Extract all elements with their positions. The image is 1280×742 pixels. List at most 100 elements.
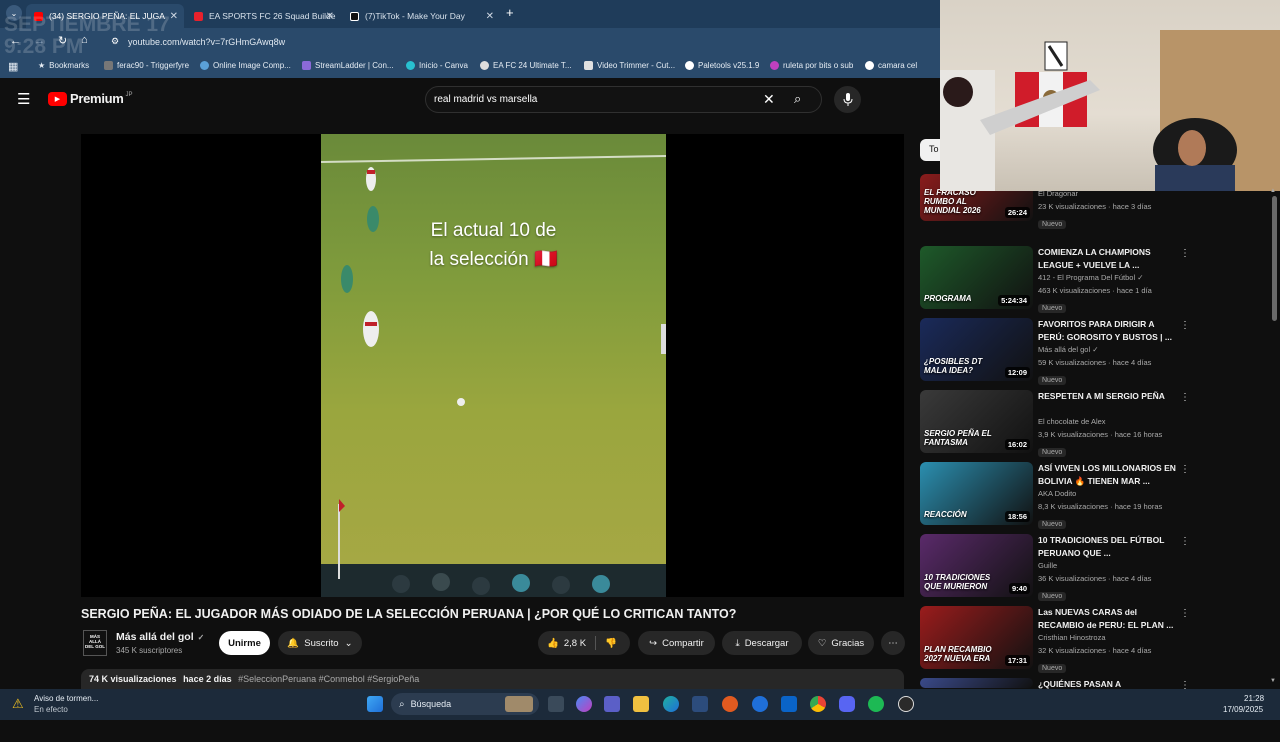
ea-app-icon[interactable]	[722, 696, 738, 712]
recommendation-title[interactable]: RESPETEN A MI SERGIO PEÑA	[1038, 390, 1176, 415]
video-thumbnail[interactable]: 10 TRADICIONES QUE MURIERON 9:40	[920, 534, 1033, 597]
recommendation-title[interactable]: 10 TRADICIONES DEL FÚTBOL PERUANO QUE ..…	[1038, 534, 1176, 559]
search-box[interactable]: real madrid vs marsella ✕ ⌕	[425, 86, 822, 113]
like-button[interactable]: 👍 2,8 K	[547, 638, 586, 649]
thanks-button[interactable]: ♡ Gracias	[808, 631, 874, 655]
windows-start-icon[interactable]	[367, 696, 383, 712]
close-icon[interactable]: ✕	[486, 11, 494, 22]
new-tab-button[interactable]: +	[506, 5, 514, 20]
clear-search-icon[interactable]: ✕	[763, 91, 775, 108]
scroll-down-icon[interactable]: ▼	[1270, 678, 1276, 684]
bookmark-label: ruleta por bits o sub	[783, 61, 854, 70]
tab-tiktok[interactable]: (7)TikTok - Make Your Day ✕	[342, 4, 500, 28]
recommendation-channel[interactable]: El chocolate de Alex	[1038, 415, 1176, 428]
recommendation-channel[interactable]: AKA Dodito	[1038, 487, 1176, 500]
more-vertical-icon[interactable]: ⋮	[1180, 392, 1190, 403]
recommendation-item[interactable]: REACCIÓN 18:56 ASÍ VIVEN LOS MILLONARIOS…	[920, 462, 1220, 529]
recommendation-item[interactable]: PLAN RECAMBIO 2027 NUEVA ERA 17:31 Las N…	[920, 606, 1220, 673]
recommendation-channel[interactable]: Cristhian Hinostroza	[1038, 631, 1176, 644]
scroll-up-icon[interactable]: ▲	[1270, 188, 1276, 194]
page-scrollbar-thumb[interactable]	[1272, 196, 1277, 321]
bookmark-item[interactable]: Video Trimmer - Cut...	[584, 61, 675, 70]
recommendation-title[interactable]: ASÍ VIVEN LOS MILLONARIOS EN BOLIVIA 🔥 T…	[1038, 462, 1176, 487]
weather-title[interactable]: Aviso de tormen...	[34, 694, 98, 703]
thumbs-down-icon[interactable]: 👎	[605, 638, 617, 649]
chrome-icon[interactable]	[810, 696, 826, 712]
video-thumbnail[interactable]: ¿POSIBLES DT MALA IDEA? 12:09	[920, 318, 1033, 381]
hamburger-menu-icon[interactable]: ☰	[17, 90, 30, 108]
more-vertical-icon[interactable]: ⋮	[1180, 536, 1190, 547]
recommendation-channel[interactable]: 412 - El Programa Del Fútbol ✓	[1038, 271, 1176, 284]
tab-ea-sports[interactable]: EA SPORTS FC 26 Squad Builde ✕	[186, 4, 340, 28]
subscribed-label: Suscrito	[304, 637, 339, 649]
bookmarks-bar: ▦ ★ Bookmarks ferac90 - Triggerfyre Onlin…	[0, 56, 940, 78]
bookmark-item[interactable]: Paletools v25.1.9	[685, 61, 759, 70]
recommendation-title[interactable]: FAVORITOS PARA DIRIGIR A PERÚ: GOROSITO …	[1038, 318, 1176, 343]
video-thumbnail[interactable]: PROGRAMA 5:24:34	[920, 246, 1033, 309]
description-box[interactable]: 74 K visualizaciones hace 2 días #Selecc…	[81, 669, 904, 689]
video-thumbnail[interactable]: REACCIÓN 18:56	[920, 462, 1033, 525]
video-duration: 16:02	[1004, 439, 1030, 450]
hashtags[interactable]: #SeleccionPeruana #Conmebol #SergioPeña	[238, 674, 419, 684]
warning-icon[interactable]: ⚠	[12, 696, 24, 712]
video-frame[interactable]: El actual 10 de la selección 🇵🇪	[321, 134, 666, 597]
recommendation-item[interactable]: PROGRAMA 5:24:34 COMIENZA LA CHAMPIONS L…	[920, 246, 1220, 313]
mail-icon[interactable]	[752, 696, 768, 712]
recommendation-meta: 59 K visualizaciones · hace 4 días	[1038, 358, 1152, 367]
file-explorer-icon[interactable]	[633, 696, 649, 712]
edge-icon[interactable]	[663, 696, 679, 712]
clock-date[interactable]: 17/09/2025	[1223, 705, 1263, 714]
video-thumbnail[interactable]: SERGIO PEÑA EL FANTASMA 16:02	[920, 390, 1033, 453]
channel-avatar[interactable]: MÁS ALLÁ DEL GOL	[83, 630, 107, 656]
more-vertical-icon[interactable]: ⋮	[1180, 608, 1190, 619]
new-badge: Nuevo	[1038, 664, 1067, 673]
share-button[interactable]: ↪ Compartir	[638, 631, 715, 655]
bookmark-item[interactable]: Online Image Comp...	[200, 61, 291, 70]
stream-overlay-datetime: SEPTIEMBRE 17 9:28 PM	[4, 13, 170, 58]
close-icon[interactable]: ✕	[326, 11, 334, 22]
bookmark-item[interactable]: camara cel	[865, 61, 917, 70]
image-icon	[200, 61, 209, 70]
channel-name[interactable]: Más allá del gol ✓	[116, 631, 204, 643]
search-input[interactable]: real madrid vs marsella	[434, 94, 537, 105]
clock-time[interactable]: 21:28	[1244, 694, 1264, 703]
more-vertical-icon[interactable]: ⋮	[1180, 464, 1190, 475]
taskbar-search[interactable]: ⌕ Búsqueda	[391, 693, 539, 715]
task-view-icon[interactable]	[548, 696, 564, 712]
tab-label: EA SPORTS FC 26 Squad Builde	[209, 11, 336, 21]
voice-search-button[interactable]	[834, 86, 861, 113]
more-vertical-icon[interactable]: ⋮	[1180, 320, 1190, 331]
recommendation-title[interactable]: COMIENZA LA CHAMPIONS LEAGUE + VUELVE LA…	[1038, 246, 1176, 271]
recommendation-channel[interactable]: Guille	[1038, 559, 1176, 572]
recommendation-title[interactable]: Las NUEVAS CARAS del RECAMBIO de PERU: E…	[1038, 606, 1176, 631]
more-actions-button[interactable]: ⋯	[881, 631, 905, 655]
bookmark-item[interactable]: Inicio - Canva	[406, 61, 468, 70]
bookmark-item[interactable]: ferac90 - Triggerfyre	[104, 61, 189, 70]
download-button[interactable]: ⤓ Descargar	[722, 631, 802, 655]
store-icon[interactable]	[692, 696, 708, 712]
spotify-icon[interactable]	[868, 696, 884, 712]
join-button[interactable]: Unirme	[219, 631, 270, 655]
recommendation-channel[interactable]: Más allá del gol ✓	[1038, 343, 1176, 356]
bookmark-item[interactable]: StreamLadder | Con...	[302, 61, 394, 70]
bookmark-item[interactable]: ★ Bookmarks	[38, 61, 89, 70]
more-vertical-icon[interactable]: ⋮	[1180, 248, 1190, 259]
video-thumbnail[interactable]: PLAN RECAMBIO 2027 NUEVA ERA 17:31	[920, 606, 1033, 669]
outlook-icon[interactable]	[781, 696, 797, 712]
obs-icon[interactable]	[898, 696, 914, 712]
copilot-icon[interactable]	[576, 696, 592, 712]
youtube-premium-logo[interactable]: ▶ Premium JP	[48, 91, 133, 106]
recommendation-item[interactable]: ¿POSIBLES DT MALA IDEA? 12:09 FAVORITOS …	[920, 318, 1220, 385]
recommendation-item[interactable]: 10 TRADICIONES QUE MURIERON 9:40 10 TRAD…	[920, 534, 1220, 601]
teams-icon[interactable]	[604, 696, 620, 712]
video-thumbnail[interactable]	[920, 678, 1033, 688]
bookmark-item[interactable]: ruleta por bits o sub	[770, 61, 853, 70]
subscribed-button[interactable]: 🔔 Suscrito ⌄	[278, 631, 362, 655]
bookmark-label: Inicio - Canva	[419, 61, 468, 70]
bookmark-item[interactable]: EA FC 24 Ultimate T...	[480, 61, 572, 70]
apps-grid-icon[interactable]: ▦	[8, 60, 18, 73]
recommendation-item[interactable]: SERGIO PEÑA EL FANTASMA 16:02 RESPETEN A…	[920, 390, 1220, 457]
search-icon[interactable]: ⌕	[794, 91, 801, 107]
discord-icon[interactable]	[839, 696, 855, 712]
video-duration: 18:56	[1004, 511, 1030, 522]
